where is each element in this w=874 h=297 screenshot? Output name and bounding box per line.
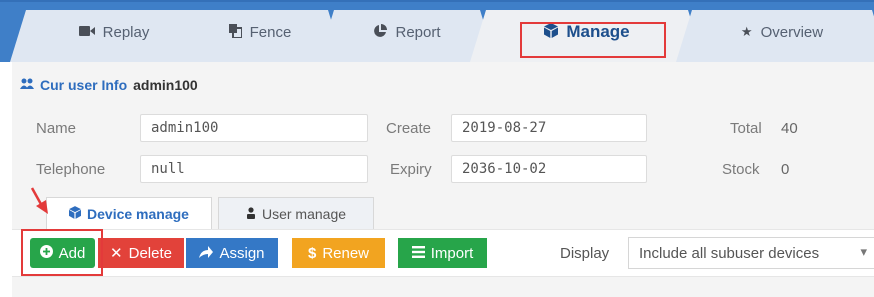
import-button-label: Import bbox=[430, 244, 474, 262]
tab-label: Report bbox=[395, 23, 441, 41]
delete-button[interactable]: ✕ Delete bbox=[98, 238, 184, 268]
send-arrow-icon bbox=[199, 245, 214, 262]
star-icon: ★ bbox=[740, 24, 753, 39]
create-label: Create bbox=[386, 120, 432, 137]
renew-button[interactable]: $ Renew bbox=[292, 238, 385, 268]
info-title-text: Cur user Info bbox=[40, 77, 128, 93]
current-username: admin100 bbox=[133, 77, 198, 93]
chevron-down-icon: ▾ bbox=[860, 244, 867, 259]
tab-overview[interactable]: ★ Overview bbox=[676, 10, 874, 62]
stock-value: 0 bbox=[781, 161, 790, 178]
total-label: Total bbox=[730, 120, 762, 137]
tab-device-manage[interactable]: Device manage bbox=[46, 197, 212, 229]
tab-report[interactable]: Report bbox=[318, 10, 496, 62]
delete-button-label: Delete bbox=[128, 244, 172, 262]
video-camera-icon bbox=[79, 25, 95, 40]
add-button-highlight-box bbox=[21, 229, 103, 276]
telephone-field[interactable]: null bbox=[140, 155, 368, 183]
list-icon bbox=[411, 245, 425, 262]
display-label: Display bbox=[560, 245, 610, 262]
sub-tab-label: Device manage bbox=[87, 205, 189, 222]
expiry-date-field[interactable]: 2036-10-02 bbox=[451, 155, 647, 183]
tab-label: Overview bbox=[760, 23, 824, 41]
renew-button-label: Renew bbox=[322, 244, 370, 262]
import-button[interactable]: Import bbox=[398, 238, 487, 268]
close-icon: ✕ bbox=[110, 245, 123, 262]
tab-user-manage[interactable]: User manage bbox=[218, 197, 374, 229]
assign-button-label: Assign bbox=[219, 244, 265, 262]
copy-icon bbox=[229, 24, 242, 41]
tab-label: Replay bbox=[102, 23, 150, 41]
display-filter-select[interactable]: Include all subuser devices ▾ bbox=[628, 237, 874, 269]
user-icon bbox=[246, 206, 256, 222]
dollar-icon: $ bbox=[307, 244, 317, 262]
pie-chart-icon bbox=[373, 24, 387, 41]
name-field[interactable]: admin100 bbox=[140, 114, 368, 142]
tab-label: Fence bbox=[249, 23, 292, 41]
name-label: Name bbox=[36, 120, 77, 137]
users-icon bbox=[20, 77, 34, 93]
tab-fence[interactable]: Fence bbox=[176, 10, 344, 62]
telephone-label: Telephone bbox=[36, 161, 106, 178]
create-date-field[interactable]: 2019-08-27 bbox=[451, 114, 647, 142]
total-value: 40 bbox=[781, 120, 798, 137]
stock-label: Stock bbox=[722, 161, 760, 178]
expiry-label: Expiry bbox=[390, 161, 432, 178]
manage-tab-highlight-box bbox=[520, 22, 666, 58]
cur-user-info-header: Cur user Info admin100 bbox=[20, 77, 198, 93]
assign-button[interactable]: Assign bbox=[186, 238, 278, 268]
annotation-arrow-device-manage bbox=[30, 187, 48, 214]
sub-tab-label: User manage bbox=[261, 205, 347, 222]
cube-icon bbox=[69, 205, 82, 222]
display-filter-value: Include all subuser devices bbox=[639, 245, 820, 262]
